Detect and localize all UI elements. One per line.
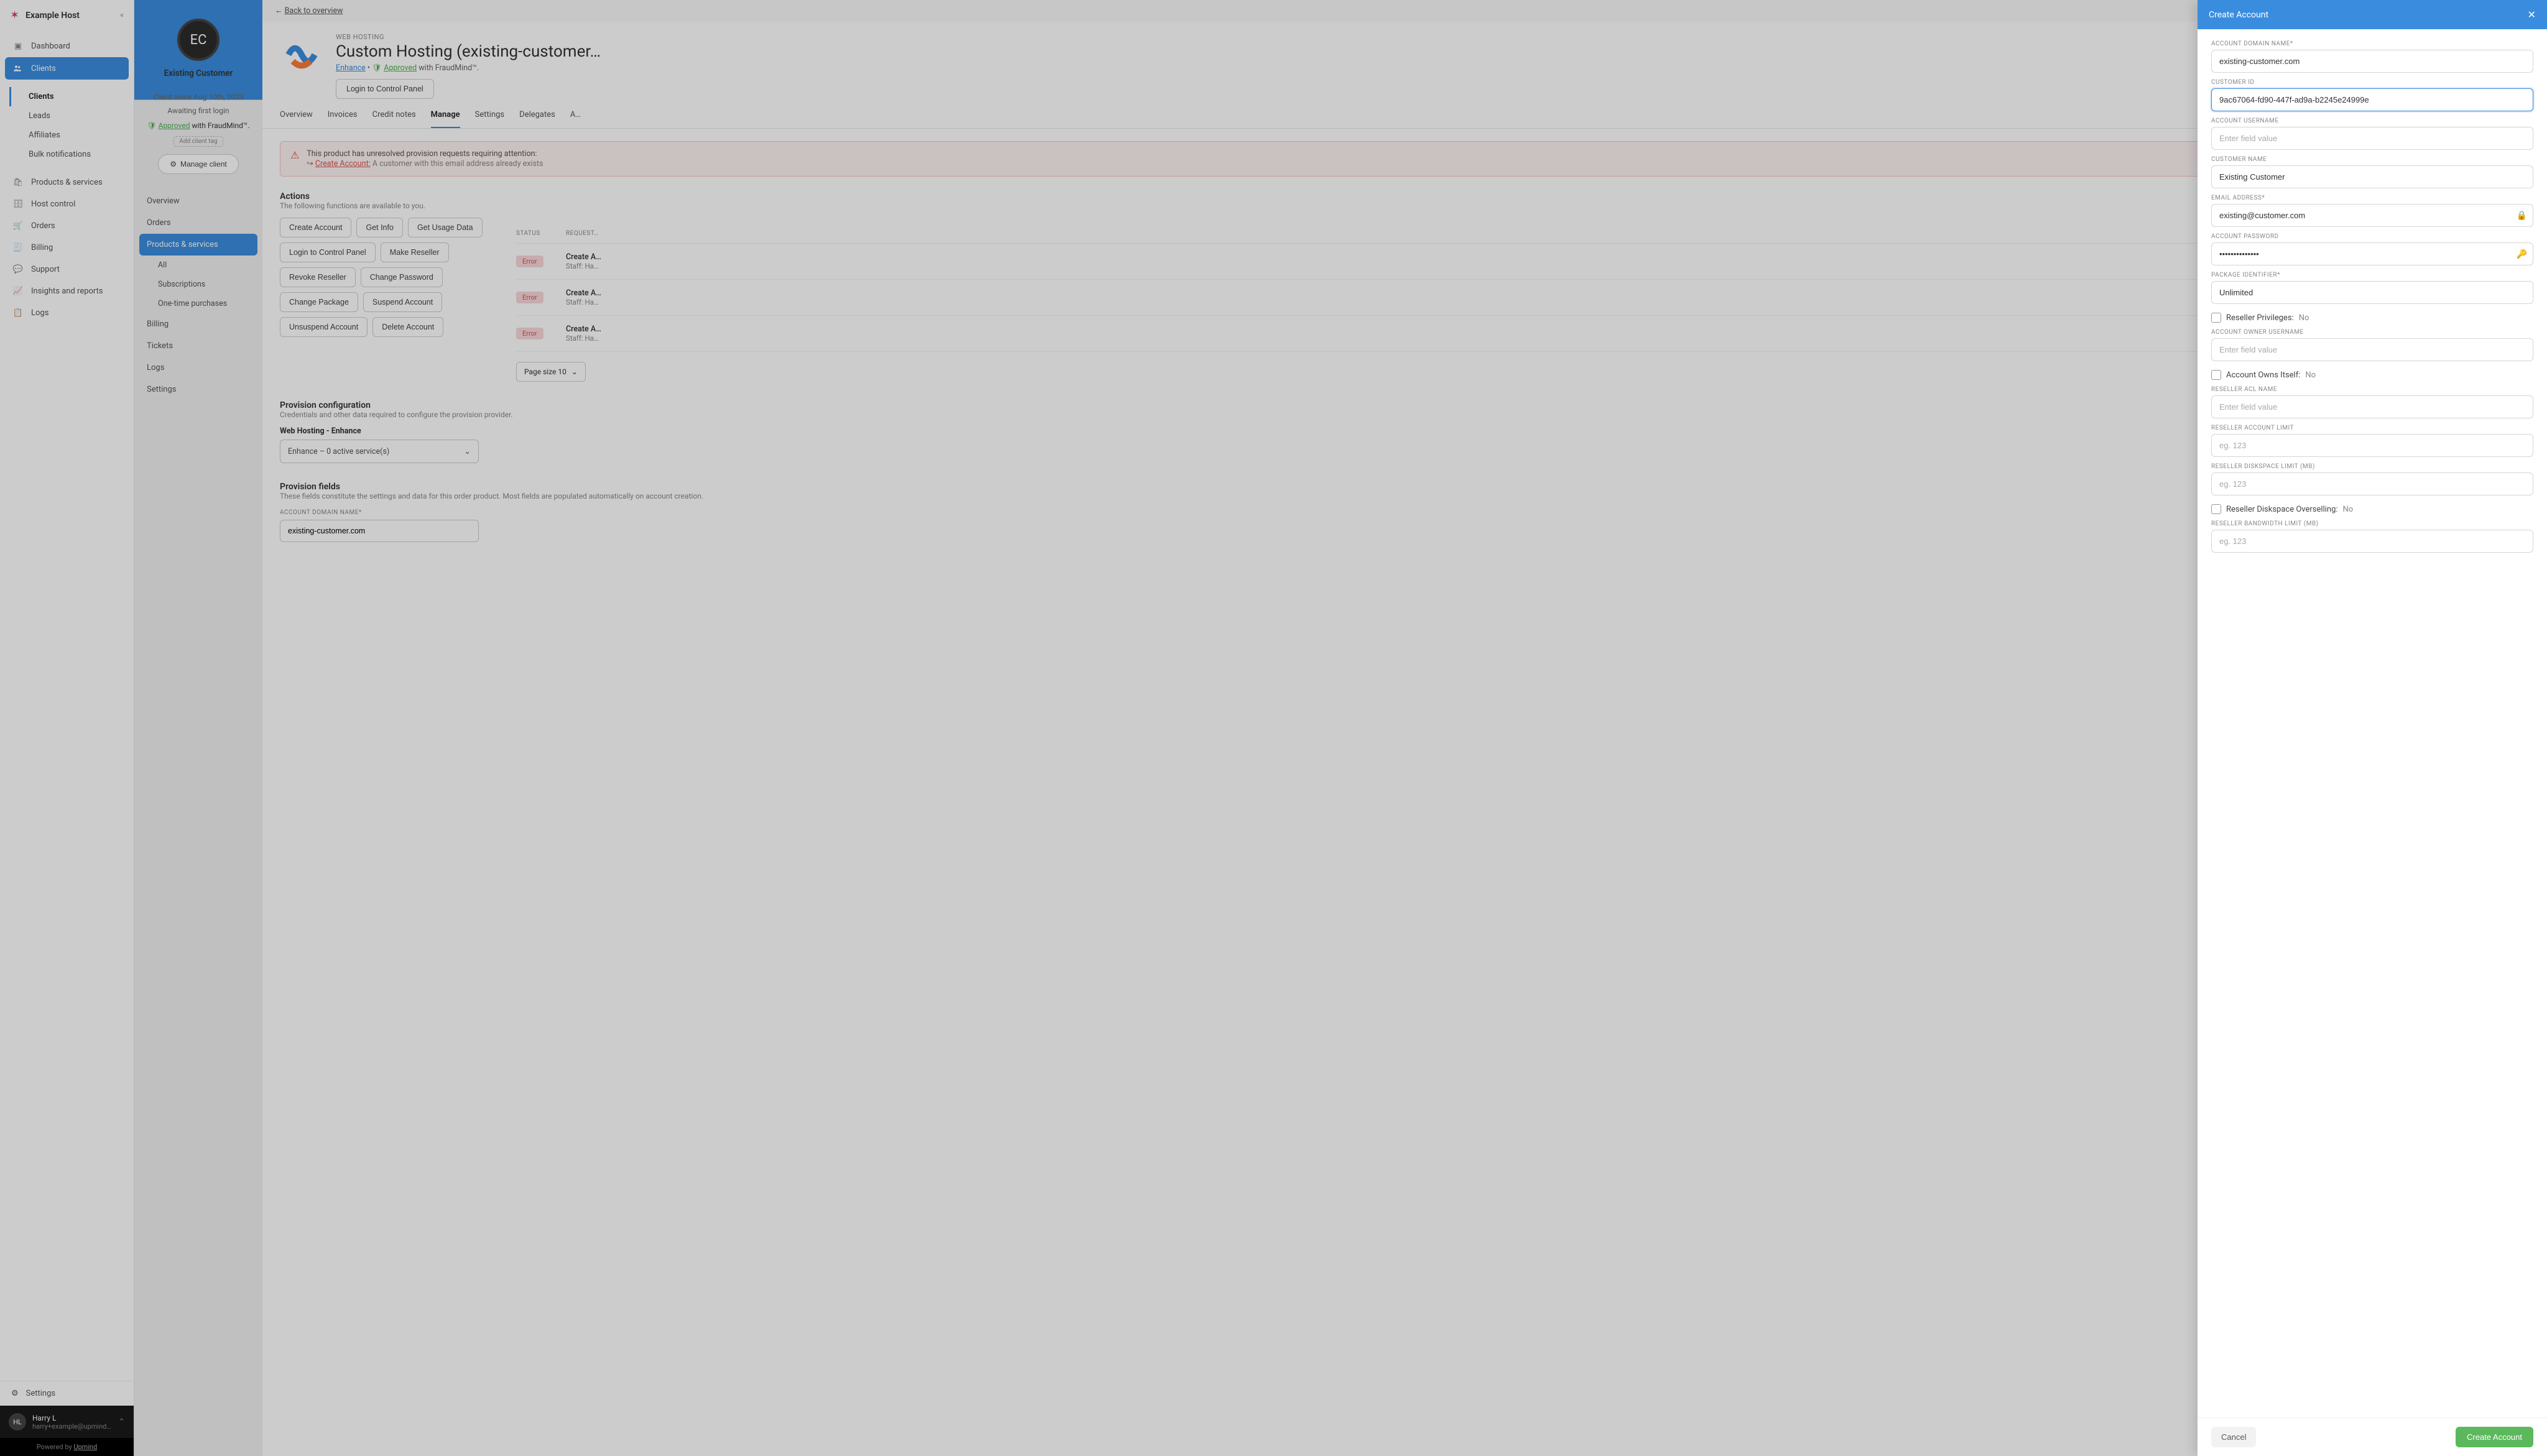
label-email: Email Address* bbox=[2211, 195, 2533, 201]
checkbox-icon bbox=[2211, 313, 2221, 323]
cancel-button[interactable]: Cancel bbox=[2211, 1427, 2256, 1447]
close-icon[interactable]: ✕ bbox=[2528, 9, 2536, 21]
checkbox-owns-itself[interactable]: Account Owns Itself: No bbox=[2211, 370, 2533, 380]
input-bw-limit[interactable] bbox=[2211, 530, 2533, 553]
overlay[interactable] bbox=[0, 0, 2547, 1456]
input-package[interactable] bbox=[2211, 281, 2533, 304]
input-domain[interactable] bbox=[2211, 50, 2533, 73]
chk-value: No bbox=[2305, 371, 2316, 380]
input-username[interactable] bbox=[2211, 127, 2533, 150]
create-account-button[interactable]: Create Account bbox=[2456, 1427, 2533, 1447]
label-username: Account Username bbox=[2211, 117, 2533, 124]
label-package: Package Identifier* bbox=[2211, 272, 2533, 279]
label-password: Account Password bbox=[2211, 233, 2533, 240]
checkbox-disk-oversell[interactable]: Reseller Diskspace Overselling: No bbox=[2211, 504, 2533, 514]
input-customer-name[interactable] bbox=[2211, 165, 2533, 188]
chk-label: Reseller Diskspace Overselling: bbox=[2226, 505, 2338, 514]
label-domain: Account Domain Name* bbox=[2211, 40, 2533, 47]
label-acct-limit: Reseller Account Limit bbox=[2211, 425, 2533, 431]
chk-value: No bbox=[2299, 313, 2309, 323]
input-disk-limit[interactable] bbox=[2211, 472, 2533, 495]
input-password[interactable] bbox=[2211, 242, 2533, 265]
input-acl-name[interactable] bbox=[2211, 395, 2533, 418]
chk-label: Reseller Privileges: bbox=[2226, 313, 2294, 323]
label-disk-limit: Reseller Diskspace Limit (MB) bbox=[2211, 463, 2533, 470]
label-customer-name: Customer Name bbox=[2211, 156, 2533, 163]
label-customer-id: Customer ID bbox=[2211, 79, 2533, 86]
checkbox-icon bbox=[2211, 504, 2221, 514]
label-owner-username: Account Owner Username bbox=[2211, 329, 2533, 336]
label-acl-name: Reseller ACL Name bbox=[2211, 386, 2533, 393]
label-bw-limit: Reseller Bandwidth Limit (MB) bbox=[2211, 520, 2533, 527]
checkbox-icon bbox=[2211, 370, 2221, 380]
input-acct-limit[interactable] bbox=[2211, 434, 2533, 457]
input-customer-id[interactable] bbox=[2211, 88, 2533, 111]
checkbox-reseller-priv[interactable]: Reseller Privileges: No bbox=[2211, 313, 2533, 323]
key-icon[interactable]: 🔑 bbox=[2517, 249, 2527, 259]
input-owner-username[interactable] bbox=[2211, 338, 2533, 361]
chk-label: Account Owns Itself: bbox=[2226, 371, 2300, 380]
lock-icon: 🔒 bbox=[2517, 211, 2527, 221]
chk-value: No bbox=[2343, 505, 2354, 514]
input-email[interactable] bbox=[2211, 204, 2533, 227]
drawer-title: Create Account bbox=[2209, 10, 2268, 20]
create-account-drawer: Create Account ✕ Account Domain Name* Cu… bbox=[2198, 0, 2547, 1456]
